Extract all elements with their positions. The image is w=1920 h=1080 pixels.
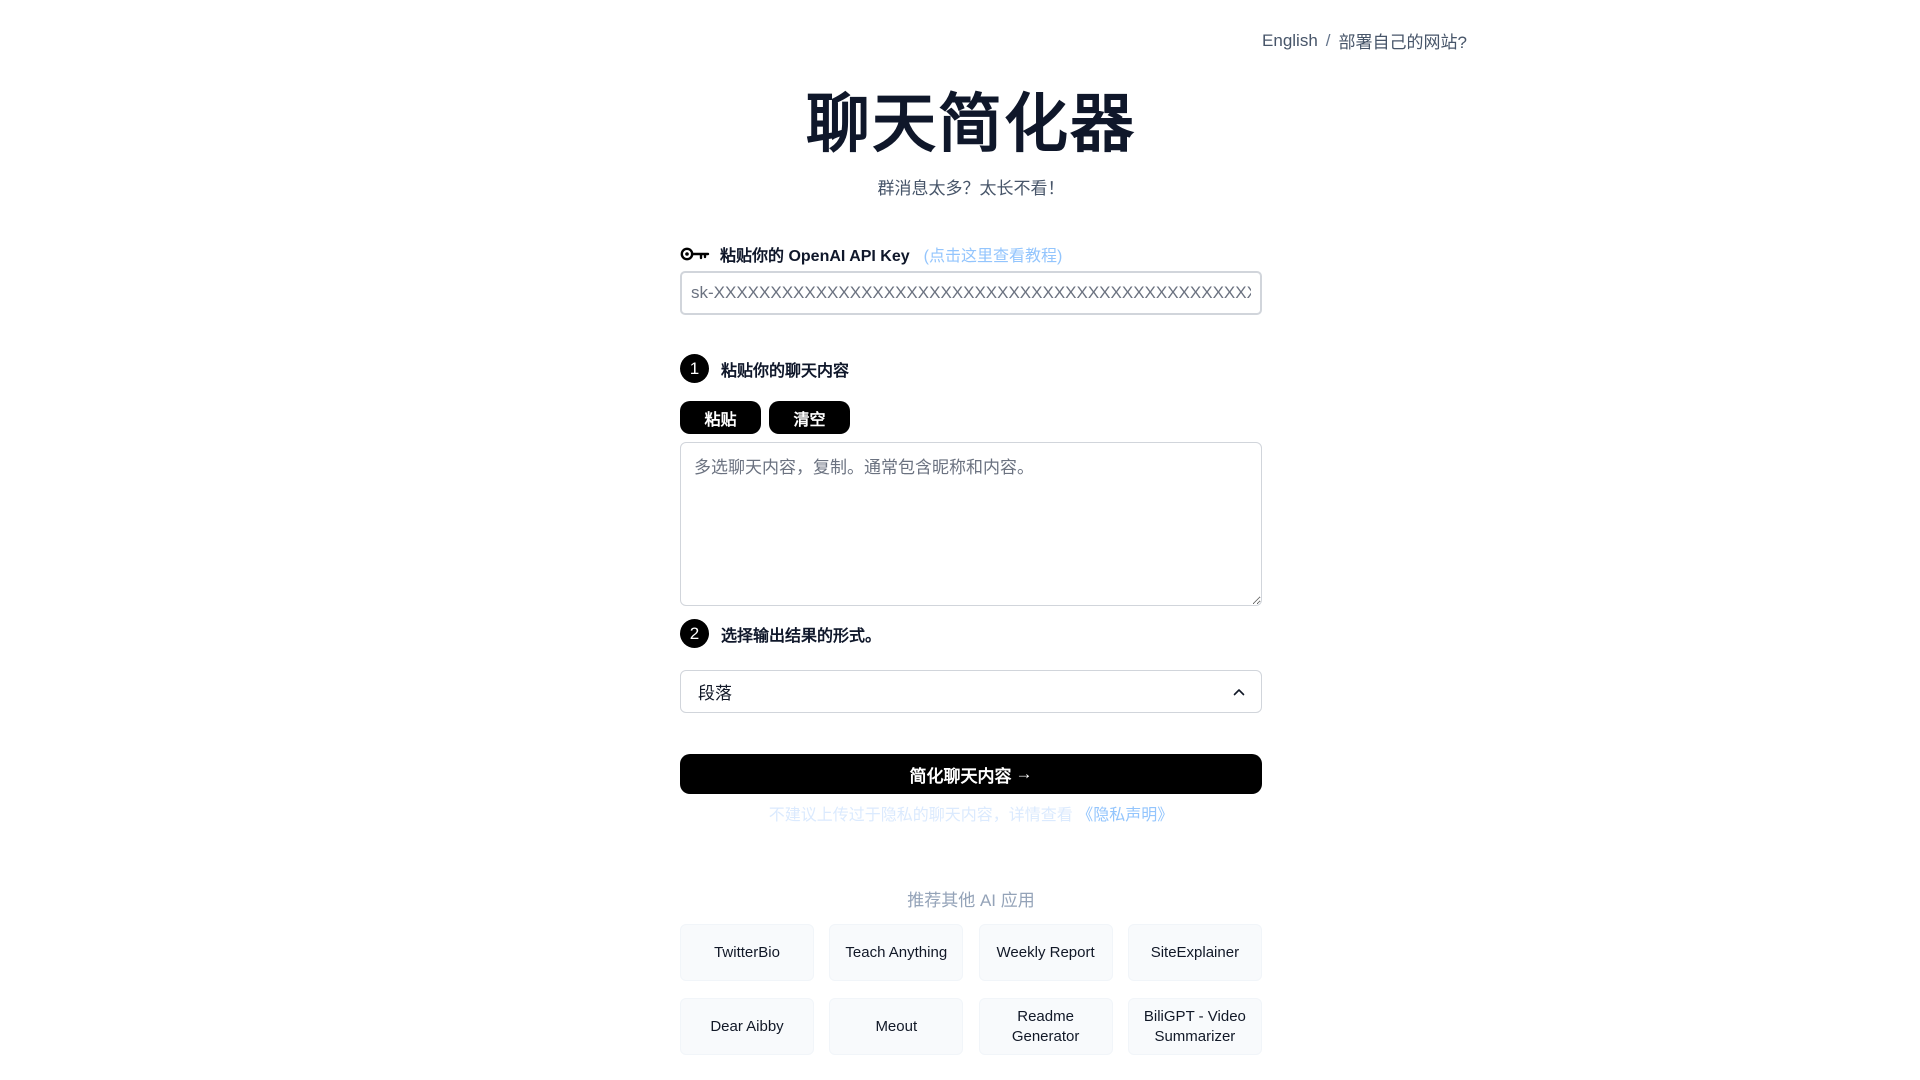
step-2-row: 2 选择输出结果的形式。 [680, 619, 881, 648]
deploy-link[interactable]: 部署自己的网站? [1339, 28, 1467, 53]
api-key-input[interactable] [680, 271, 1262, 315]
english-link[interactable]: English [1262, 31, 1318, 51]
step-1-label: 粘贴你的聊天内容 [721, 362, 850, 380]
arrow-right-icon: → [1015, 764, 1033, 783]
step-2-label: 选择输出结果的形式。 [721, 627, 882, 645]
chat-action-buttons: 粘贴 清空 [680, 401, 850, 434]
api-key-label-row: 粘贴你的 OpenAI API Key (点击这里查看教程) [680, 242, 1062, 266]
chat-content-textarea[interactable] [680, 442, 1262, 606]
tutorial-link[interactable]: (点击这里查看教程) [924, 242, 1063, 266]
app-card-weekly-report[interactable]: Weekly Report [978, 924, 1113, 981]
recommend-apps-grid: TwitterBio Teach Anything Weekly Report … [680, 924, 1262, 1055]
step-1-row: 1 粘贴你的聊天内容 [680, 354, 849, 383]
privacy-note: 不建议上传过于隐私的聊天内容，详情查看 《隐私声明》 [680, 801, 1262, 825]
privacy-text: 不建议上传过于隐私的聊天内容，详情查看 [768, 807, 1073, 824]
top-nav: English / 部署自己的网站? [1262, 28, 1467, 53]
simplify-button-label: 简化聊天内容 [909, 766, 1012, 786]
simplify-button[interactable]: 简化聊天内容 → [680, 754, 1262, 794]
api-key-label: 粘贴你的 OpenAI API Key [720, 248, 910, 265]
app-card-twitterbio[interactable]: TwitterBio [680, 924, 814, 981]
privacy-link[interactable]: 《隐私声明》 [1077, 807, 1173, 824]
nav-separator: / [1325, 30, 1331, 50]
page-title: 聊天简化器 [806, 88, 1136, 160]
page: English / 部署自己的网站? 聊天简化器 群消息太多？太长不看！ 粘贴你… [0, 0, 1920, 1080]
recommend-title: 推荐其他 AI 应用 [907, 891, 1035, 910]
step-1-badge: 1 [680, 354, 709, 383]
app-card-dear-aibby[interactable]: Dear Aibby [680, 998, 814, 1055]
step-2-badge: 2 [680, 619, 709, 648]
output-format-value: 段落 [698, 684, 732, 703]
chevron-up-icon [1233, 688, 1245, 696]
key-icon [680, 246, 710, 262]
output-format-select[interactable]: 段落 [680, 670, 1262, 713]
app-card-teach-anything[interactable]: Teach Anything [829, 924, 964, 981]
app-card-siteexplainer[interactable]: SiteExplainer [1127, 924, 1262, 981]
clear-button[interactable]: 清空 [769, 401, 850, 434]
paste-button[interactable]: 粘贴 [680, 401, 761, 434]
app-card-readme-generator[interactable]: Readme Generator [978, 998, 1113, 1055]
page-subtitle: 群消息太多？太长不看！ [877, 179, 1065, 198]
app-card-biligpt[interactable]: BiliGPT - Video Summarizer [1127, 998, 1262, 1055]
app-card-meout[interactable]: Meout [829, 998, 964, 1055]
